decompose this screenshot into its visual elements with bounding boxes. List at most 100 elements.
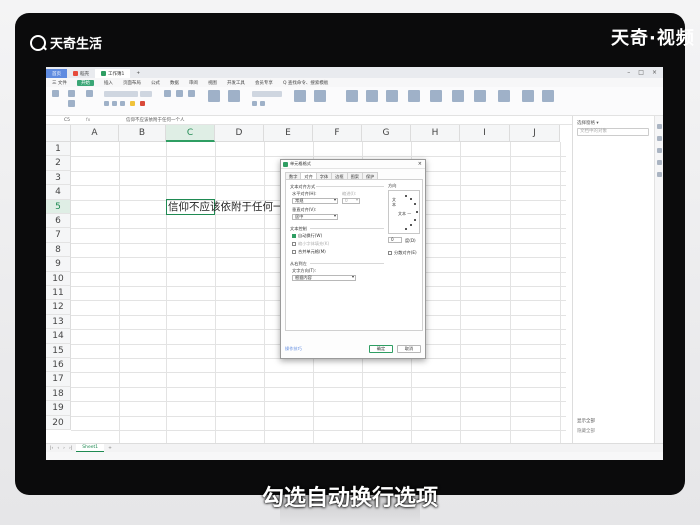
show-all-button[interactable]: 显示全部	[577, 418, 595, 424]
name-box[interactable]: C5	[46, 118, 86, 123]
menu-formulas[interactable]: 公式	[151, 80, 160, 86]
cut-icon[interactable]	[68, 90, 75, 97]
freeze-panes-icon[interactable]	[498, 90, 510, 102]
close-icon[interactable]: ×	[652, 69, 657, 76]
filter-icon[interactable]	[366, 90, 378, 102]
menu-member[interactable]: 会员专享	[255, 80, 273, 86]
column-header-f[interactable]: F	[313, 125, 362, 142]
ok-button[interactable]: 确定	[369, 345, 393, 353]
column-header-a[interactable]: A	[71, 125, 119, 142]
selection-icon[interactable]	[657, 124, 662, 129]
row-header-7[interactable]: 7	[46, 228, 71, 243]
column-header-j[interactable]: J	[510, 125, 560, 142]
select-all-corner[interactable]	[46, 125, 71, 142]
selection-pane-search[interactable]: 文档中的对象	[577, 128, 649, 136]
style-icon[interactable]	[657, 148, 662, 153]
row-header-15[interactable]: 15	[46, 343, 71, 358]
menu-view[interactable]: 视图	[208, 80, 217, 86]
menu-data[interactable]: 数据	[170, 80, 179, 86]
vertical-select[interactable]: 居中	[292, 214, 338, 220]
percent-icon[interactable]	[252, 101, 257, 106]
merge-center-icon[interactable]	[208, 90, 220, 102]
distributed-checkbox[interactable]: 分散对齐(E)	[388, 250, 417, 256]
italic-icon[interactable]	[112, 101, 117, 106]
column-header-b[interactable]: B	[119, 125, 166, 142]
paste-icon[interactable]	[52, 90, 59, 97]
row-header-1[interactable]: 1	[46, 142, 71, 157]
menu-page-layout[interactable]: 页面布局	[123, 80, 141, 86]
thousands-icon[interactable]	[260, 101, 265, 106]
format-painter-icon[interactable]	[86, 90, 93, 97]
tab-docer[interactable]: 稻壳	[67, 69, 95, 78]
sheet-tab-sheet1[interactable]: Sheet1	[76, 444, 105, 452]
hide-all-button[interactable]: 隐藏全部	[577, 428, 595, 434]
column-header-c[interactable]: C	[166, 125, 215, 142]
symbol-icon[interactable]	[542, 90, 554, 102]
row-header-10[interactable]: 10	[46, 271, 71, 286]
maximize-icon[interactable]: □	[638, 69, 644, 76]
last-sheet-icon[interactable]: ›|	[69, 446, 72, 451]
orientation-dial[interactable]	[403, 195, 419, 231]
tab-workbook[interactable]: 工作簿1	[95, 69, 131, 78]
selection-pane-title[interactable]: 选择窗格 ▾	[577, 120, 599, 126]
add-sheet-button[interactable]: +	[108, 446, 112, 451]
row-header-18[interactable]: 18	[46, 386, 71, 402]
first-sheet-icon[interactable]: |‹	[50, 446, 53, 451]
minimize-icon[interactable]: –	[627, 69, 630, 76]
tab-home[interactable]: 首页	[46, 69, 67, 78]
wrap-text-icon[interactable]	[228, 90, 240, 102]
new-tab-button[interactable]: +	[130, 69, 146, 78]
sort-icon[interactable]	[386, 90, 398, 102]
shrink-to-fit-checkbox[interactable]: 缩小字体填充(K)	[292, 241, 329, 247]
column-header-e[interactable]: E	[264, 125, 313, 142]
orientation-control[interactable]: 文本 文本 —	[388, 190, 420, 234]
degree-stepper[interactable]: 0	[388, 237, 402, 243]
font-color-icon[interactable]	[140, 101, 145, 106]
sum-icon[interactable]	[346, 90, 358, 102]
menu-insert[interactable]: 插入	[104, 80, 113, 86]
row-header-16[interactable]: 16	[46, 358, 71, 373]
direction-select[interactable]: 根据内容	[292, 275, 356, 281]
dialog-title-bar[interactable]: 单元格格式 ×	[281, 160, 425, 169]
bold-icon[interactable]	[104, 101, 109, 106]
fx-icon[interactable]: fx	[86, 118, 126, 123]
merge-cells-checkbox[interactable]: 合并单元格(M)	[292, 249, 326, 255]
row-header-19[interactable]: 19	[46, 401, 71, 416]
cell-icon[interactable]	[430, 90, 442, 102]
conditional-format-icon[interactable]	[294, 90, 306, 102]
dialog-close-icon[interactable]: ×	[418, 161, 422, 167]
column-header-g[interactable]: G	[362, 125, 411, 142]
font-size-select[interactable]	[140, 91, 152, 97]
align-middle-icon[interactable]	[176, 90, 183, 97]
share-icon[interactable]	[657, 172, 662, 177]
find-icon[interactable]	[522, 90, 534, 102]
column-header-i[interactable]: I	[460, 125, 510, 142]
column-header-h[interactable]: H	[411, 125, 460, 142]
row-header-2[interactable]: 2	[46, 156, 71, 171]
column-header-d[interactable]: D	[215, 125, 264, 142]
row-header-3[interactable]: 3	[46, 170, 71, 186]
tips-link[interactable]: 操作技巧	[285, 346, 302, 352]
align-top-icon[interactable]	[164, 90, 171, 97]
backup-icon[interactable]	[657, 160, 662, 165]
menu-review[interactable]: 审阅	[189, 80, 198, 86]
command-search[interactable]: Q 查找命令、搜索模板	[283, 80, 328, 86]
row-header-8[interactable]: 8	[46, 242, 71, 258]
menu-file[interactable]: 三 文件	[52, 80, 67, 86]
row-header-11[interactable]: 11	[46, 286, 71, 301]
row-header-17[interactable]: 17	[46, 372, 71, 387]
wrap-text-checkbox[interactable]: 自动换行(W)	[292, 233, 322, 239]
underline-icon[interactable]	[120, 101, 125, 106]
fill-color-icon[interactable]	[130, 101, 135, 106]
worksheet-icon[interactable]	[474, 90, 486, 102]
font-name-select[interactable]	[104, 91, 138, 97]
align-bottom-icon[interactable]	[188, 90, 195, 97]
formula-input[interactable]: 信仰不应该依附于任何一个人	[126, 117, 185, 123]
number-format-select[interactable]	[252, 91, 282, 97]
prev-sheet-icon[interactable]: ‹	[57, 446, 59, 451]
row-header-13[interactable]: 13	[46, 314, 71, 330]
row-header-4[interactable]: 4	[46, 185, 71, 200]
fill-icon[interactable]	[408, 90, 420, 102]
indent-stepper[interactable]: 0	[342, 198, 360, 204]
cancel-button[interactable]: 取消	[397, 345, 421, 353]
